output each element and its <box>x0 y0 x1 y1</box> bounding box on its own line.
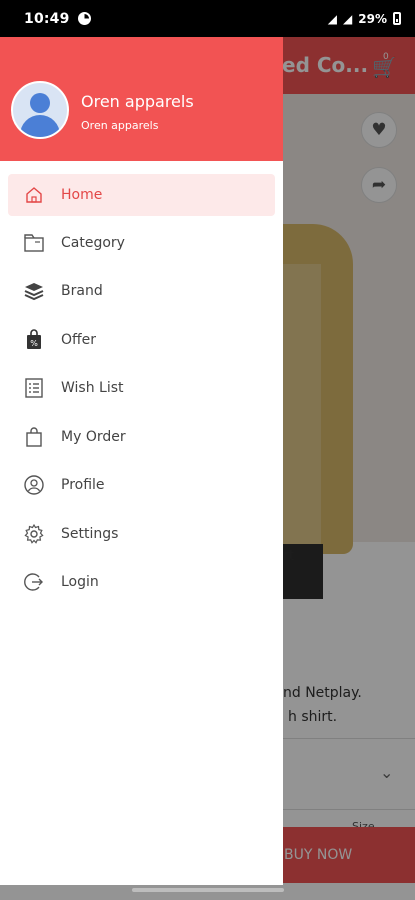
gear-icon <box>21 521 47 547</box>
home-icon <box>21 182 47 208</box>
menu-item-brand[interactable]: Brand <box>8 270 275 312</box>
menu-item-category[interactable]: Category <box>8 222 275 264</box>
menu-label-home: Home <box>61 187 103 203</box>
navigation-drawer: Oren apparels Oren apparels Home Categor… <box>0 37 283 885</box>
user-subtitle: Oren apparels <box>81 119 159 132</box>
menu-label-offer: Offer <box>61 332 97 348</box>
battery-text: 29% <box>358 11 387 26</box>
layers-icon <box>21 278 47 304</box>
menu-label-profile: Profile <box>61 477 105 493</box>
menu-label-brand: Brand <box>61 283 103 299</box>
offer-bag-icon: % <box>21 327 47 353</box>
menu-label-my-order: My Order <box>61 429 126 445</box>
signal-icon-2: ◢ <box>343 11 353 26</box>
avatar-head <box>30 93 50 113</box>
menu-item-wishlist[interactable]: Wish List <box>8 367 275 409</box>
gesture-home-bar[interactable] <box>132 888 284 892</box>
menu-item-home[interactable]: Home <box>8 174 275 216</box>
signal-icon: ◢ <box>327 11 338 26</box>
notification-icon <box>77 12 91 25</box>
category-icon <box>21 230 47 256</box>
user-name: Oren apparels <box>81 92 194 111</box>
list-icon <box>21 375 47 401</box>
status-time: 10:49 <box>24 10 70 27</box>
shopping-bag-icon <box>21 424 47 450</box>
drawer-header: Oren apparels Oren apparels <box>0 37 283 161</box>
menu-label-category: Category <box>61 235 125 251</box>
menu-item-login[interactable]: Login <box>8 561 275 603</box>
avatar[interactable] <box>11 81 69 139</box>
menu-label-wishlist: Wish List <box>61 380 124 396</box>
menu-item-offer[interactable]: % Offer <box>8 319 275 361</box>
svg-text:%: % <box>30 339 38 348</box>
menu-item-my-order[interactable]: My Order <box>8 416 275 458</box>
status-icons: ◢ ◢ 29% <box>328 12 401 26</box>
login-icon <box>21 569 47 595</box>
menu-label-settings: Settings <box>61 526 119 542</box>
avatar-body <box>20 115 60 137</box>
menu-label-login: Login <box>61 574 99 590</box>
battery-icon <box>393 12 401 25</box>
menu-item-settings[interactable]: Settings <box>8 513 275 555</box>
status-bar: 10:49 ◢ ◢ 29% <box>0 0 415 37</box>
menu-item-profile[interactable]: Profile <box>8 464 275 506</box>
profile-icon <box>21 472 47 498</box>
